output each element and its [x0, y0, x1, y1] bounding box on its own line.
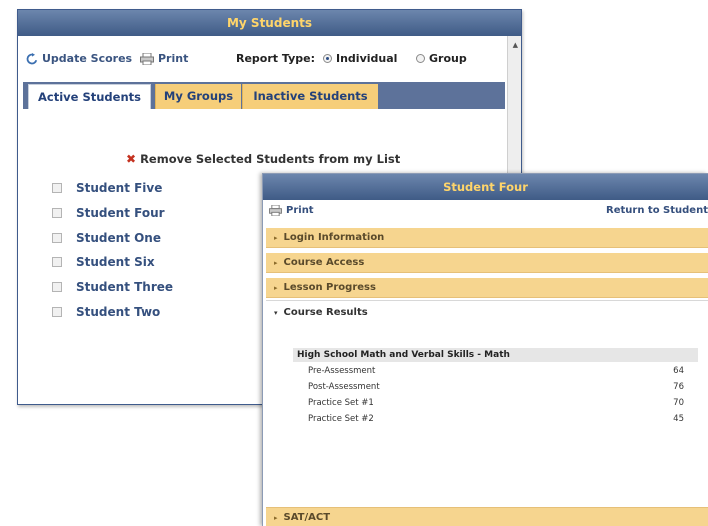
tab-active-students[interactable]: Active Students [28, 84, 151, 109]
expanded-caret-icon: ▾ [274, 309, 278, 317]
student-row[interactable]: Student Four [52, 206, 165, 220]
section-label: Lesson Progress [283, 281, 376, 293]
report-type-group-radio[interactable]: Group [416, 52, 467, 65]
collapsed-caret-icon: ▸ [274, 283, 278, 292]
student-name[interactable]: Student Two [76, 305, 160, 319]
student-checkbox[interactable] [52, 282, 62, 292]
student-name[interactable]: Student One [76, 231, 161, 245]
result-label: Practice Set #2 [308, 414, 374, 424]
section-course-access[interactable]: ▸ Course Access [266, 253, 708, 273]
divider [266, 300, 708, 301]
print-label: Print [286, 205, 314, 216]
tab-inactive-students[interactable]: Inactive Students [242, 84, 378, 109]
print-label: Print [158, 52, 189, 65]
result-label: Practice Set #1 [308, 398, 374, 408]
student-checkbox[interactable] [52, 183, 62, 193]
window-title: Student Four [263, 174, 708, 200]
window-title: My Students [18, 10, 521, 36]
toolbar: Update Scores Print Report Type: Individ… [26, 50, 505, 70]
collapsed-caret-icon: ▸ [274, 258, 278, 267]
print-button[interactable]: Print [140, 52, 188, 65]
return-to-student-link[interactable]: Return to Student [606, 205, 708, 216]
student-checkbox[interactable] [52, 257, 62, 267]
student-row[interactable]: Student One [52, 231, 161, 245]
printer-icon [269, 205, 282, 216]
result-row: Post-Assessment 76 [308, 382, 684, 392]
detail-toolbar: Print Return to Student [269, 205, 708, 221]
student-name[interactable]: Student Six [76, 255, 155, 269]
printer-icon [140, 52, 154, 65]
student-row[interactable]: Student Six [52, 255, 155, 269]
student-name[interactable]: Student Four [76, 206, 165, 220]
student-checkbox[interactable] [52, 307, 62, 317]
section-sat-act[interactable]: ▸ SAT/ACT [266, 507, 708, 526]
student-name[interactable]: Student Three [76, 280, 173, 294]
radio-selected-icon [323, 54, 332, 63]
remove-selected-button[interactable]: ✖ Remove Selected Students from my List [126, 152, 400, 166]
result-score: 70 [673, 398, 684, 408]
student-name[interactable]: Student Five [76, 181, 162, 195]
student-checkbox[interactable] [52, 208, 62, 218]
result-label: Post-Assessment [308, 382, 380, 392]
student-row[interactable]: Student Two [52, 305, 160, 319]
print-button[interactable]: Print [269, 205, 314, 216]
section-label: Login Information [283, 231, 385, 243]
update-scores-button[interactable]: Update Scores [26, 52, 132, 65]
result-score: 76 [673, 382, 684, 392]
student-row[interactable]: Student Three [52, 280, 173, 294]
section-label: SAT/ACT [283, 511, 331, 523]
collapsed-caret-icon: ▸ [274, 513, 278, 522]
result-row: Pre-Assessment 64 [308, 366, 684, 376]
red-x-icon: ✖ [126, 152, 137, 166]
refresh-icon [26, 52, 38, 64]
remove-selected-label: Remove Selected Students from my List [140, 152, 401, 166]
tab-bar: Active Students My Groups Inactive Stude… [23, 82, 505, 109]
result-row: Practice Set #1 70 [308, 398, 684, 408]
course-name: High School Math and Verbal Skills - Mat… [293, 348, 698, 362]
section-label: Course Access [283, 256, 365, 268]
student-detail-window: Student Four Print Return to Student ▸ L… [262, 173, 708, 526]
update-scores-label: Update Scores [42, 52, 133, 65]
section-lesson-progress[interactable]: ▸ Lesson Progress [266, 278, 708, 298]
individual-label: Individual [336, 52, 398, 65]
student-checkbox[interactable] [52, 233, 62, 243]
group-label: Group [429, 52, 467, 65]
result-score: 45 [673, 414, 684, 424]
student-row[interactable]: Student Five [52, 181, 162, 195]
report-type-label: Report Type: [236, 52, 315, 65]
section-course-results[interactable]: ▾ Course Results [266, 303, 708, 323]
report-type-individual-radio[interactable]: Individual [323, 52, 397, 65]
collapsed-caret-icon: ▸ [274, 233, 278, 242]
result-score: 64 [673, 366, 684, 376]
radio-unselected-icon [416, 54, 425, 63]
result-label: Pre-Assessment [308, 366, 376, 376]
section-login-information[interactable]: ▸ Login Information [266, 228, 708, 248]
scroll-up-arrow-icon[interactable]: ▲ [513, 42, 518, 49]
section-label: Course Results [283, 307, 368, 318]
tab-my-groups[interactable]: My Groups [155, 84, 241, 109]
result-row: Practice Set #2 45 [308, 414, 684, 424]
course-results-panel: High School Math and Verbal Skills - Mat… [266, 324, 708, 507]
